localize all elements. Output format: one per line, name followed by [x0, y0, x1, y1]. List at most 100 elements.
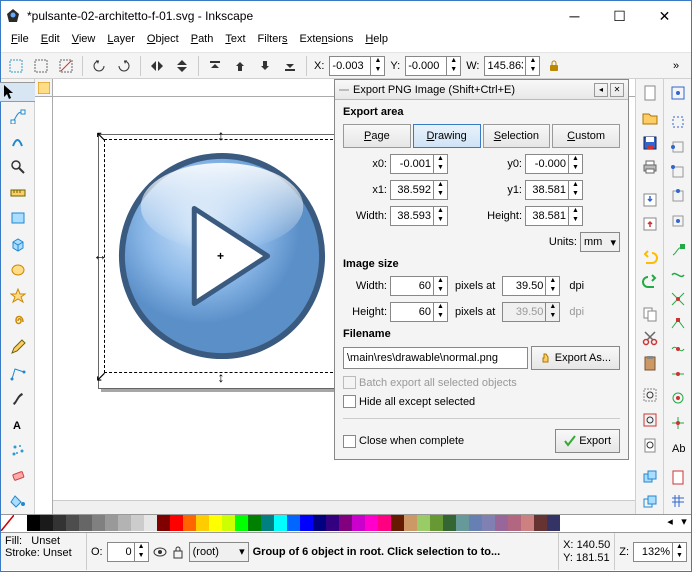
menu-path[interactable]: Path — [191, 33, 214, 50]
snap-bbox-icon[interactable] — [666, 111, 690, 134]
calligraphy-tool[interactable] — [3, 387, 33, 411]
handle-sw[interactable]: ↙ — [93, 368, 109, 384]
layer-visible-icon[interactable] — [153, 545, 167, 559]
color-swatch[interactable] — [209, 515, 222, 531]
color-swatch[interactable] — [313, 515, 326, 531]
color-swatch[interactable] — [456, 515, 469, 531]
snap-page-icon[interactable] — [666, 465, 690, 488]
color-swatch[interactable] — [40, 515, 53, 531]
x1-field[interactable]: ▲▼ — [390, 180, 448, 200]
select-layer-icon[interactable] — [30, 55, 52, 77]
color-swatch[interactable] — [391, 515, 404, 531]
x-field[interactable]: ▲▼ — [329, 56, 385, 76]
img-w-field[interactable]: ▲▼ — [390, 276, 448, 296]
area-h-field[interactable]: ▲▼ — [525, 206, 583, 226]
zoom-field[interactable]: ▲▼ — [633, 542, 687, 562]
spiral-tool[interactable] — [3, 309, 33, 333]
color-swatch[interactable] — [534, 515, 547, 531]
snap-text-icon[interactable]: Ab — [666, 437, 690, 460]
snap-grid-icon[interactable] — [666, 490, 690, 513]
dock-minimize-icon[interactable]: ◂ — [594, 83, 608, 97]
color-swatch[interactable] — [417, 515, 430, 531]
filename-field[interactable]: \main\res\drawable\normal.png — [343, 347, 528, 369]
snap-bbox-center-icon[interactable] — [666, 210, 690, 233]
snap-bbox-corner-icon[interactable] — [666, 160, 690, 183]
minimize-button[interactable]: ─ — [552, 2, 597, 31]
selector-tool[interactable] — [0, 82, 38, 102]
clone-icon[interactable] — [638, 490, 662, 513]
color-swatch[interactable] — [248, 515, 261, 531]
tab-custom[interactable]: Custom — [552, 124, 620, 148]
rotate-ccw-icon[interactable] — [88, 55, 110, 77]
maximize-button[interactable]: ☐ — [597, 2, 642, 31]
tab-page[interactable]: Page — [343, 124, 411, 148]
color-swatch[interactable] — [404, 515, 417, 531]
lock-icon[interactable] — [543, 55, 565, 77]
color-swatch[interactable] — [274, 515, 287, 531]
color-swatch[interactable] — [378, 515, 391, 531]
color-swatch[interactable] — [79, 515, 92, 531]
tab-selection[interactable]: Selection — [483, 124, 551, 148]
print-icon[interactable] — [638, 156, 662, 179]
palette-menu-icon[interactable]: ▾ — [677, 515, 691, 531]
color-swatch[interactable] — [508, 515, 521, 531]
color-swatch[interactable] — [547, 515, 560, 531]
snap-intersect-icon[interactable] — [666, 288, 690, 311]
color-swatch[interactable] — [27, 515, 40, 531]
layer-lock-icon[interactable] — [171, 545, 185, 559]
color-swatch[interactable] — [235, 515, 248, 531]
color-swatch[interactable] — [105, 515, 118, 531]
color-swatch[interactable] — [222, 515, 235, 531]
tweak-tool[interactable] — [3, 129, 33, 153]
duplicate-icon[interactable] — [638, 466, 662, 489]
open-icon[interactable] — [638, 107, 662, 130]
color-swatch[interactable] — [495, 515, 508, 531]
dpi-w-field[interactable]: ▲▼ — [502, 276, 560, 296]
snap-bbox-mid-icon[interactable] — [666, 185, 690, 208]
color-swatch[interactable] — [196, 515, 209, 531]
handle-w[interactable]: ↔ — [92, 247, 108, 263]
color-swatch[interactable] — [443, 515, 456, 531]
pencil-tool[interactable] — [3, 335, 33, 359]
vertical-ruler[interactable] — [35, 97, 53, 514]
menu-help[interactable]: Help — [365, 33, 388, 50]
color-swatch[interactable] — [157, 515, 170, 531]
hide-checkbox[interactable] — [343, 395, 356, 408]
export-icon[interactable] — [638, 213, 662, 236]
menu-edit[interactable]: Edit — [41, 33, 60, 50]
star-tool[interactable] — [3, 284, 33, 308]
spray-tool[interactable] — [3, 438, 33, 462]
import-icon[interactable] — [638, 188, 662, 211]
close-when-checkbox[interactable] — [343, 435, 356, 448]
close-button[interactable]: ✕ — [642, 2, 687, 31]
snap-node-icon[interactable] — [666, 239, 690, 262]
node-tool[interactable] — [3, 104, 33, 128]
snap-line-mid-icon[interactable] — [666, 362, 690, 385]
palette-scroll-left[interactable]: ◂ — [663, 515, 677, 531]
save-icon[interactable] — [638, 131, 662, 154]
bucket-tool[interactable] — [3, 489, 33, 513]
color-swatch[interactable] — [326, 515, 339, 531]
new-doc-icon[interactable] — [638, 82, 662, 105]
snap-enable-icon[interactable] — [666, 82, 690, 105]
eraser-tool[interactable] — [3, 464, 33, 488]
horizontal-scrollbar[interactable] — [53, 500, 635, 514]
3dbox-tool[interactable] — [3, 232, 33, 256]
lower-bottom-icon[interactable] — [279, 55, 301, 77]
no-color-swatch[interactable] — [1, 515, 14, 531]
zoom-tool[interactable] — [3, 155, 33, 179]
menu-extensions[interactable]: Extensions — [300, 33, 354, 50]
color-swatch[interactable] — [352, 515, 365, 531]
x0-field[interactable]: ▲▼ — [390, 154, 448, 174]
snap-obj-center-icon[interactable] — [666, 387, 690, 410]
paste-icon[interactable] — [638, 352, 662, 375]
undo-icon[interactable] — [638, 245, 662, 268]
color-swatch[interactable] — [430, 515, 443, 531]
color-swatch[interactable] — [118, 515, 131, 531]
tab-drawing[interactable]: Drawing — [413, 124, 481, 148]
menu-layer[interactable]: Layer — [107, 33, 135, 50]
menu-file[interactable]: File — [11, 33, 29, 50]
handle-nw[interactable]: ↖ — [93, 128, 109, 144]
menu-text[interactable]: Text — [225, 33, 245, 50]
overflow-icon[interactable]: » — [665, 55, 687, 77]
